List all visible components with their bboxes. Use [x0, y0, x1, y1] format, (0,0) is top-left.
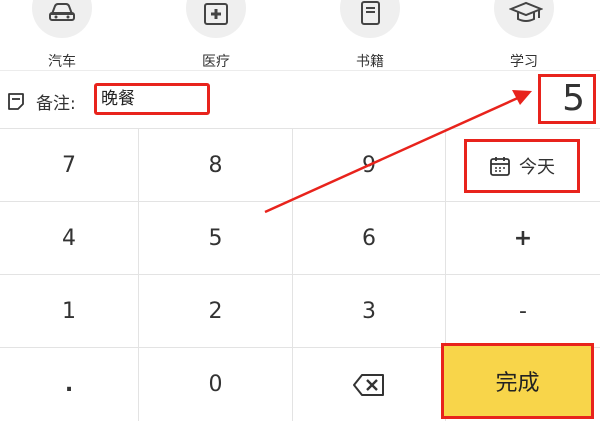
today-button[interactable]: 今天 — [464, 139, 580, 193]
today-label: 今天 — [519, 157, 555, 178]
key-7[interactable]: 7 — [0, 129, 139, 202]
note-row: 备注: 晚餐 5 — [0, 70, 600, 129]
note-label: 备注: — [36, 94, 76, 114]
done-button[interactable]: 完成 — [441, 343, 594, 419]
key-minus[interactable]: - — [446, 275, 600, 348]
medical-kit-icon — [204, 3, 228, 25]
key-5[interactable]: 5 — [139, 202, 293, 275]
car-icon — [49, 3, 75, 21]
note-input[interactable]: 晚餐 — [94, 83, 210, 115]
category-medical[interactable]: 医疗 — [166, 0, 266, 70]
category-car[interactable]: 汽车 — [12, 0, 112, 70]
key-dot[interactable]: . — [0, 348, 139, 421]
key-plus[interactable]: + — [446, 202, 600, 275]
category-label: 医疗 — [202, 54, 230, 70]
category-label: 学习 — [510, 54, 538, 70]
category-study[interactable]: 学习 — [474, 0, 574, 70]
backspace-button[interactable] — [293, 348, 446, 421]
backspace-icon — [353, 373, 384, 396]
graduation-cap-icon — [509, 1, 543, 22]
category-row: 汽车 医疗 书籍 学习 — [0, 0, 600, 70]
key-0[interactable]: 0 — [139, 348, 293, 421]
category-label: 书籍 — [356, 54, 384, 70]
key-9[interactable]: 9 — [293, 129, 446, 202]
category-label: 汽车 — [48, 54, 76, 70]
book-icon — [361, 1, 380, 25]
amount-display: 5 — [538, 74, 596, 124]
calendar-icon — [490, 157, 510, 176]
key-1[interactable]: 1 — [0, 275, 139, 348]
category-books[interactable]: 书籍 — [320, 0, 420, 70]
key-3[interactable]: 3 — [293, 275, 446, 348]
key-2[interactable]: 2 — [139, 275, 293, 348]
key-6[interactable]: 6 — [293, 202, 446, 275]
note-icon — [8, 93, 24, 110]
keypad: 7 8 9 今天 4 5 6 + 1 2 3 - . 0 完成 — [0, 128, 600, 421]
key-4[interactable]: 4 — [0, 202, 139, 275]
key-8[interactable]: 8 — [139, 129, 293, 202]
